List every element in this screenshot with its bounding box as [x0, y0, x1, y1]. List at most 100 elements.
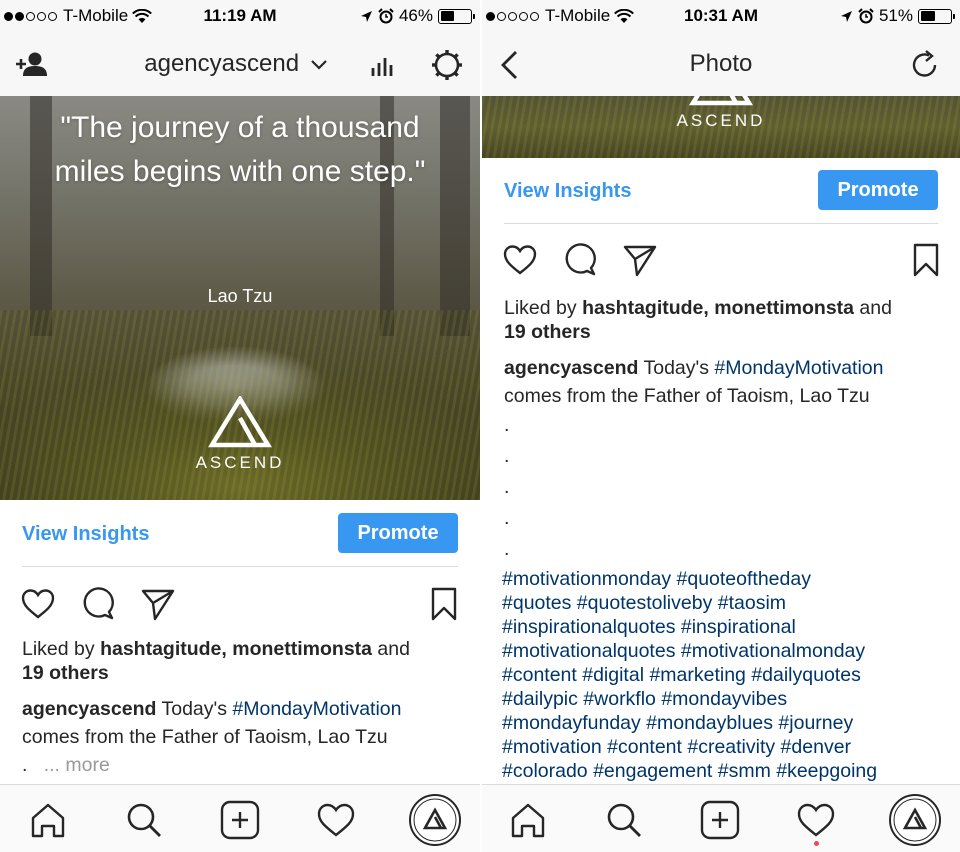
- likes-summary[interactable]: Liked by hashtagitude, monettimonsta and…: [22, 637, 470, 685]
- quote-author: Lao Tzu: [207, 286, 273, 306]
- search-icon[interactable]: [122, 798, 166, 842]
- share-icon[interactable]: [622, 242, 658, 278]
- insights-row: View Insights Promote: [504, 170, 938, 224]
- promote-button[interactable]: Promote: [818, 170, 938, 210]
- battery-fill: [920, 11, 936, 21]
- settings-gear-icon[interactable]: [430, 48, 464, 82]
- caption-dot: .: [504, 414, 510, 436]
- likes-others[interactable]: 19 others: [504, 321, 591, 343]
- hashtag-line[interactable]: #quotes #quotestoliveby #taosim: [502, 591, 950, 615]
- logo-text: ASCEND: [676, 111, 766, 130]
- location-arrow-icon: [840, 10, 852, 22]
- hashtag-line[interactable]: #motivation #content #creativity #denver: [502, 735, 950, 759]
- alarm-clock-icon: [378, 8, 394, 24]
- status-bar: T-Mobile 11:19 AM 46%: [0, 0, 480, 32]
- profile-avatar-icon[interactable]: [888, 793, 942, 847]
- heart-icon[interactable]: [502, 242, 538, 278]
- status-right: 46%: [360, 6, 475, 26]
- bookmark-icon[interactable]: [426, 586, 462, 622]
- caption-dot: .: [504, 507, 510, 529]
- hashtag-line[interactable]: #mondayfunday #mondayblues #journey: [502, 711, 950, 735]
- tab-bar: [0, 784, 480, 852]
- refresh-icon[interactable]: [908, 48, 942, 82]
- caption-username[interactable]: agencyascend: [504, 357, 638, 379]
- left-screen: T-Mobile 11:19 AM 46% agencyascend "The …: [0, 0, 480, 852]
- hashtag-line[interactable]: #dailypic #workflo #mondayvibes: [502, 687, 950, 711]
- caption-text: comes from the Father of Taoism, Lao Tzu: [22, 726, 388, 748]
- hashtag-line[interactable]: #inspirationalquotes #inspirational: [502, 615, 950, 639]
- comment-icon[interactable]: [80, 586, 116, 622]
- hashtag-list: #motivationmonday #quoteoftheday #quotes…: [502, 567, 950, 783]
- ascend-triangle-icon: [688, 96, 754, 106]
- likes-prefix: Liked by: [22, 638, 101, 660]
- caption-hashtag[interactable]: #MondayMotivation: [714, 357, 883, 379]
- ascend-triangle-icon: [207, 394, 273, 448]
- page-title: Photo: [689, 50, 753, 77]
- view-insights-link[interactable]: View Insights: [22, 523, 149, 546]
- hashtag-line[interactable]: #content #digital #marketing #dailyquote…: [502, 663, 950, 687]
- post-actions: [20, 586, 460, 626]
- hashtag-line[interactable]: #colorado #engagement #smm #keepgoing: [502, 759, 950, 783]
- likes-prefix: Liked by: [504, 297, 583, 319]
- share-icon[interactable]: [140, 586, 176, 622]
- caption-dots: . . . . .: [504, 410, 950, 565]
- profile-avatar-icon[interactable]: [408, 793, 462, 847]
- view-insights-link[interactable]: View Insights: [504, 180, 631, 203]
- home-icon[interactable]: [26, 798, 70, 842]
- add-post-icon[interactable]: [218, 798, 262, 842]
- search-icon[interactable]: [602, 798, 646, 842]
- comment-icon[interactable]: [562, 242, 598, 278]
- right-screen: T-Mobile 10:31 AM 51% Photo ASCEND View …: [482, 0, 960, 852]
- bookmark-icon[interactable]: [908, 242, 944, 278]
- likes-summary[interactable]: Liked by hashtagitude, monettimonsta and…: [504, 296, 950, 344]
- caption-dot: .: [504, 538, 510, 560]
- post-photo[interactable]: "The journey of a thousand miles begins …: [0, 96, 480, 500]
- insights-row: View Insights Promote: [22, 513, 458, 567]
- activity-heart-icon[interactable]: [794, 798, 838, 842]
- battery-icon: [918, 8, 955, 24]
- likes-and: and: [372, 638, 410, 660]
- battery-percent: 51%: [878, 6, 913, 25]
- notification-dot: [814, 841, 819, 846]
- hashtag-line[interactable]: #motivationmonday #quoteoftheday: [502, 567, 950, 591]
- caption-dot: .: [504, 445, 510, 467]
- logo-text: ASCEND: [195, 453, 285, 472]
- quote-text: "The journey of a thousand miles begins …: [54, 111, 426, 188]
- status-right: 51%: [840, 6, 955, 26]
- post-photo[interactable]: ASCEND: [482, 96, 960, 158]
- ascend-logo: ASCEND: [482, 96, 960, 131]
- insights-bar-chart-icon[interactable]: [366, 48, 400, 82]
- liked-users[interactable]: hashtagitude, monettimonsta: [582, 297, 854, 319]
- hashtag-line[interactable]: #motivationalquotes #motivationalmonday: [502, 639, 950, 663]
- promote-button[interactable]: Promote: [338, 513, 458, 553]
- post-actions: [502, 242, 940, 282]
- caption-username[interactable]: agencyascend: [22, 698, 156, 720]
- likes-others[interactable]: 19 others: [22, 662, 109, 684]
- tab-bar: [482, 784, 960, 852]
- alarm-clock-icon: [858, 8, 874, 24]
- battery-fill: [440, 11, 454, 21]
- caption-hashtag[interactable]: #MondayMotivation: [232, 698, 401, 720]
- more-link[interactable]: ... more: [44, 754, 110, 776]
- likes-and: and: [854, 297, 892, 319]
- caption-text: Today's: [156, 698, 233, 720]
- status-bar: T-Mobile 10:31 AM 51%: [482, 0, 960, 32]
- account-switcher[interactable]: agencyascend: [0, 50, 480, 78]
- activity-heart-icon[interactable]: [314, 798, 358, 842]
- photo-nav-bar: Photo: [482, 32, 960, 96]
- heart-icon[interactable]: [20, 586, 56, 622]
- username-title: agencyascend: [144, 50, 300, 77]
- home-icon[interactable]: [506, 798, 550, 842]
- caption-dot: .: [504, 476, 510, 498]
- add-post-icon[interactable]: [698, 798, 742, 842]
- liked-users[interactable]: hashtagitude, monettimonsta: [100, 638, 372, 660]
- battery-icon: [438, 8, 475, 24]
- profile-nav-bar: agencyascend: [0, 32, 480, 96]
- location-arrow-icon: [360, 10, 372, 22]
- caption-text: comes from the Father of Taoism, Lao Tzu: [504, 385, 870, 407]
- ascend-logo: ASCEND: [0, 394, 480, 473]
- post-caption: agencyascend Today's #MondayMotivation c…: [22, 695, 470, 779]
- caption-dot: .: [22, 754, 28, 776]
- caption-text: Today's: [638, 357, 715, 379]
- battery-percent: 46%: [398, 6, 433, 25]
